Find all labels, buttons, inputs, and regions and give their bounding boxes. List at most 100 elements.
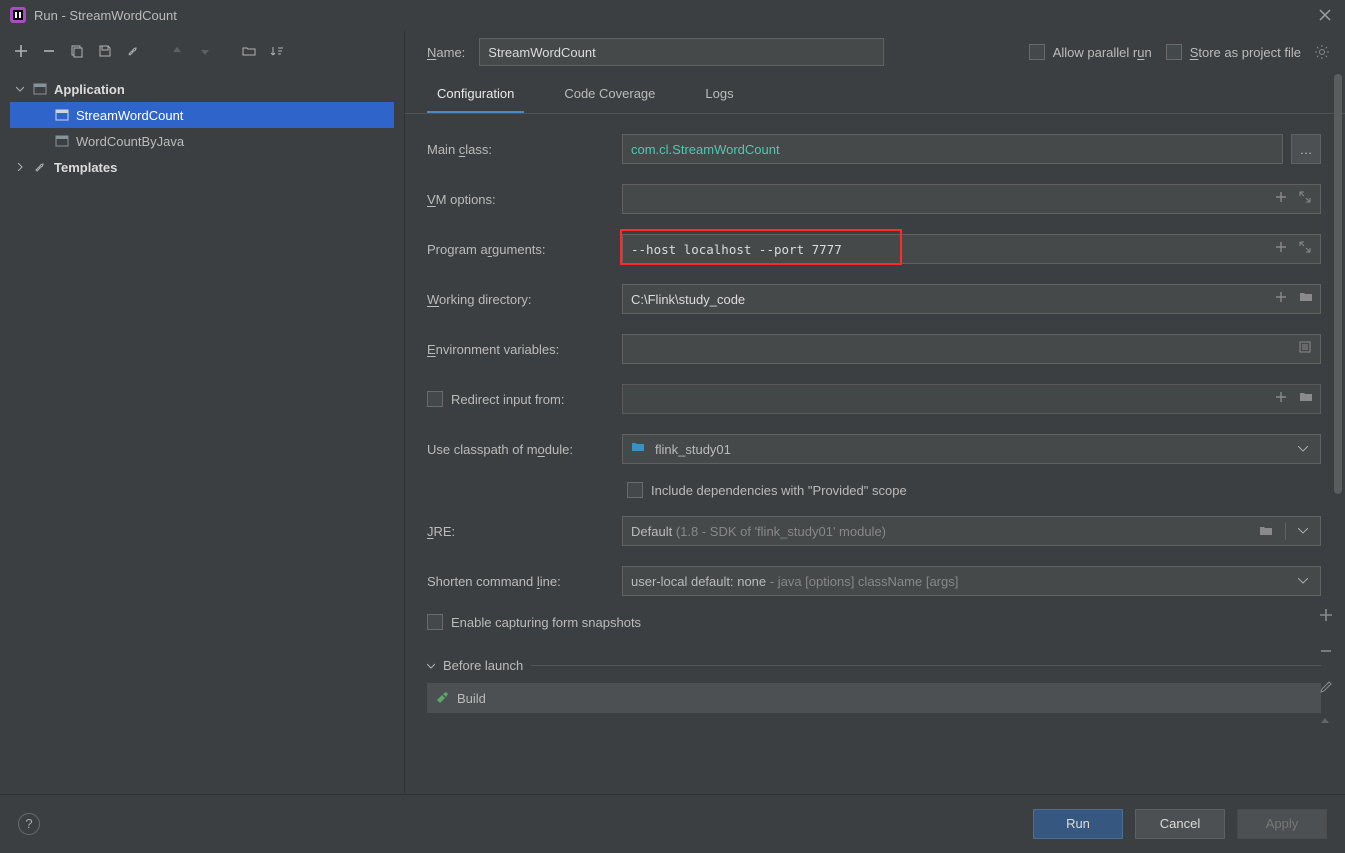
redirect-input-field[interactable]	[622, 384, 1321, 414]
main-area: Application StreamWordCount WordCountByJ…	[0, 30, 1345, 794]
copy-icon[interactable]	[68, 42, 86, 60]
tree-node-application[interactable]: Application	[10, 76, 394, 102]
checkbox-label: Allow parallel run	[1053, 45, 1152, 60]
sidebar: Application StreamWordCount WordCountByJ…	[0, 30, 405, 794]
enable-snapshots-row: Enable capturing form snapshots	[427, 614, 1321, 630]
sort-icon[interactable]	[268, 42, 286, 60]
gear-icon[interactable]	[1315, 45, 1329, 59]
classpath-module-select[interactable]: flink_study01	[622, 434, 1321, 464]
move-up-icon[interactable]	[168, 42, 186, 60]
tab-configuration[interactable]: Configuration	[427, 80, 524, 113]
expand-icon[interactable]	[1299, 191, 1315, 207]
app-icon	[10, 7, 26, 23]
row-redirect-input: Redirect input from:	[427, 382, 1321, 416]
checkbox-icon	[427, 391, 443, 407]
checkbox-icon	[1166, 44, 1182, 60]
bottom-bar: ? Run Cancel Apply	[0, 794, 1345, 852]
build-label: Build	[457, 691, 486, 706]
add-icon[interactable]	[1275, 391, 1291, 407]
help-button[interactable]: ?	[18, 813, 40, 835]
chevron-down-icon	[1298, 578, 1312, 584]
allow-parallel-checkbox[interactable]: Allow parallel run	[1029, 44, 1152, 60]
jre-label: JRE:	[427, 524, 622, 539]
section-label: Before launch	[443, 658, 523, 673]
tree-item-wordcountbyjava[interactable]: WordCountByJava	[10, 128, 394, 154]
folder-icon[interactable]	[1299, 291, 1315, 307]
window-title: Run - StreamWordCount	[34, 8, 1315, 23]
folder-icon[interactable]	[1299, 391, 1315, 407]
divider	[531, 665, 1321, 666]
checkbox-label: Include dependencies with "Provided" sco…	[651, 483, 907, 498]
expand-icon[interactable]	[1299, 241, 1315, 257]
browse-button[interactable]: …	[1291, 134, 1321, 164]
main-class-field[interactable]: com.cl.StreamWordCount	[622, 134, 1283, 164]
tab-logs[interactable]: Logs	[695, 80, 743, 113]
titlebar: Run - StreamWordCount	[0, 0, 1345, 30]
name-input[interactable]	[479, 38, 884, 66]
store-as-project-checkbox[interactable]: Store as project file	[1166, 44, 1301, 60]
row-jre: JRE: Default (1.8 - SDK of 'flink_study0…	[427, 514, 1321, 548]
row-working-directory: Working directory: C:\Flink\study_code	[427, 282, 1321, 316]
hammer-icon	[435, 691, 449, 705]
vertical-scrollbar[interactable]	[1333, 74, 1343, 786]
config-tree: Application StreamWordCount WordCountByJ…	[10, 76, 394, 180]
cancel-button[interactable]: Cancel	[1135, 809, 1225, 839]
classpath-module-label: Use classpath of module:	[427, 442, 622, 457]
wrench-icon	[32, 159, 48, 175]
vm-options-field[interactable]	[622, 184, 1321, 214]
save-icon[interactable]	[96, 42, 114, 60]
select-value: flink_study01	[655, 442, 1290, 457]
folder-open-icon[interactable]	[240, 42, 258, 60]
module-icon	[631, 441, 647, 457]
scrollbar-thumb[interactable]	[1334, 74, 1342, 494]
program-arguments-label: Program arguments:	[427, 242, 622, 257]
top-row: Name: Allow parallel run Store as projec…	[405, 30, 1345, 72]
apply-button[interactable]: Apply	[1237, 809, 1327, 839]
vm-options-label: VM options:	[427, 192, 622, 207]
environment-variables-field[interactable]	[622, 334, 1321, 364]
tree-item-label: StreamWordCount	[76, 108, 183, 123]
tree-item-streamwordcount[interactable]: StreamWordCount	[10, 102, 394, 128]
checkbox-icon	[427, 614, 443, 630]
shorten-command-line-label: Shorten command line:	[427, 574, 622, 589]
run-button[interactable]: Run	[1033, 809, 1123, 839]
include-provided-checkbox[interactable]: Include dependencies with "Provided" sco…	[627, 482, 907, 498]
application-icon	[32, 81, 48, 97]
redirect-input-checkbox[interactable]: Redirect input from:	[427, 391, 622, 407]
row-vm-options: VM options:	[427, 182, 1321, 216]
include-provided-row: Include dependencies with "Provided" sco…	[627, 482, 1321, 498]
add-icon[interactable]	[1275, 191, 1291, 207]
select-value: Default (1.8 - SDK of 'flink_study01' mo…	[631, 524, 1251, 539]
select-value: user-local default: none - java [options…	[631, 574, 1290, 589]
tree-label: Application	[54, 82, 125, 97]
program-arguments-field[interactable]: --host localhost --port 7777	[622, 234, 1321, 264]
before-launch-item-build[interactable]: Build	[427, 683, 1321, 713]
working-directory-field[interactable]: C:\Flink\study_code	[622, 284, 1321, 314]
folder-icon[interactable]	[1259, 525, 1273, 537]
redirect-input-label: Redirect input from:	[427, 391, 622, 407]
right-pane: Name: Allow parallel run Store as projec…	[405, 30, 1345, 794]
chevron-down-icon	[1298, 528, 1312, 534]
tree-item-label: WordCountByJava	[76, 134, 184, 149]
close-icon[interactable]	[1315, 5, 1335, 25]
chevron-down-icon[interactable]	[14, 85, 26, 93]
add-icon[interactable]	[1275, 241, 1291, 257]
application-icon	[54, 107, 70, 123]
wrench-icon[interactable]	[124, 42, 142, 60]
tree-node-templates[interactable]: Templates	[10, 154, 394, 180]
list-icon[interactable]	[1299, 341, 1315, 357]
chevron-right-icon[interactable]	[14, 163, 26, 171]
enable-snapshots-checkbox[interactable]: Enable capturing form snapshots	[427, 614, 641, 630]
checkbox-label: Store as project file	[1190, 45, 1301, 60]
move-down-icon[interactable]	[196, 42, 214, 60]
jre-select[interactable]: Default (1.8 - SDK of 'flink_study01' mo…	[622, 516, 1321, 546]
add-icon[interactable]	[12, 42, 30, 60]
tree-label: Templates	[54, 160, 117, 175]
tabs: Configuration Code Coverage Logs	[405, 72, 1345, 114]
row-shorten-command-line: Shorten command line: user-local default…	[427, 564, 1321, 598]
remove-icon[interactable]	[40, 42, 58, 60]
shorten-command-line-select[interactable]: user-local default: none - java [options…	[622, 566, 1321, 596]
add-icon[interactable]	[1275, 291, 1291, 307]
before-launch-header[interactable]: Before launch	[427, 658, 1321, 673]
tab-code-coverage[interactable]: Code Coverage	[554, 80, 665, 113]
